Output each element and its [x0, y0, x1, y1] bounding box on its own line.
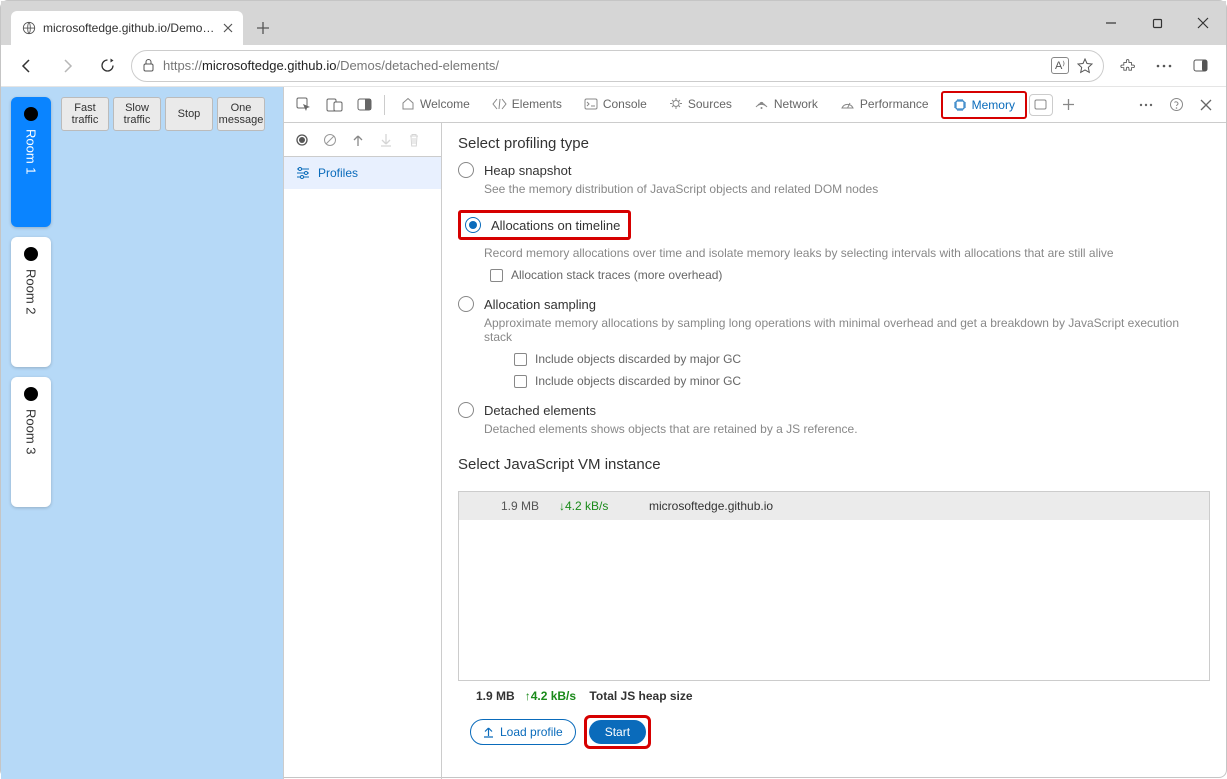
inspect-icon[interactable] [290, 91, 318, 119]
tab-elements[interactable]: Elements [482, 87, 572, 123]
one-message-button[interactable]: Onemessage [217, 97, 265, 131]
new-tab-button[interactable] [249, 14, 277, 42]
stop-button[interactable]: Stop [165, 97, 213, 131]
favorite-icon[interactable] [1077, 58, 1093, 74]
gc-icon[interactable] [348, 130, 368, 150]
heap-stats: 1.9 MB ↑4.2 kB/s Total JS heap size [458, 681, 1210, 711]
url-text: https://microsoftedge.github.io/Demos/de… [163, 58, 1043, 73]
checkbox-icon[interactable] [514, 353, 527, 366]
upload-icon [483, 726, 494, 738]
slow-traffic-button[interactable]: Slowtraffic [113, 97, 161, 131]
window-controls [1088, 1, 1226, 45]
window-close-button[interactable] [1180, 1, 1226, 45]
devtools-sidebar: Profiles [284, 123, 442, 779]
close-icon[interactable] [223, 23, 233, 33]
dock-icon[interactable] [350, 91, 378, 119]
vm-instance-row[interactable]: 1.9 MB ↓4.2 kB/s microsoftedge.github.io [459, 492, 1209, 520]
lock-icon [142, 58, 155, 73]
start-button[interactable]: Start [584, 715, 651, 749]
tab-overflow-icon[interactable] [1029, 94, 1053, 116]
option-heap-snapshot[interactable]: Heap snapshot See the memory distributio… [458, 162, 1210, 196]
room-button-3[interactable]: Room 3 [11, 377, 51, 507]
dot-icon [24, 107, 38, 121]
devtools-tabbar: Welcome Elements Console Sources Network… [284, 87, 1226, 123]
refresh-button[interactable] [91, 50, 123, 82]
option-detached-elements[interactable]: Detached elements Detached elements show… [458, 402, 1210, 436]
profiles-item[interactable]: Profiles [284, 157, 441, 189]
browser-tab[interactable]: microsoftedge.github.io/Demos/c [11, 11, 243, 45]
vm-instance-list: 1.9 MB ↓4.2 kB/s microsoftedge.github.io [458, 491, 1210, 681]
option-allocations-timeline[interactable]: Allocations on timeline Record memory al… [458, 210, 1210, 282]
minimize-button[interactable] [1088, 1, 1134, 45]
globe-icon [21, 20, 37, 36]
tab-sources[interactable]: Sources [659, 87, 742, 123]
window-titlebar: microsoftedge.github.io/Demos/c [1, 1, 1226, 45]
radio-icon[interactable] [465, 217, 481, 233]
device-icon[interactable] [320, 91, 348, 119]
tab-memory[interactable]: Memory [941, 91, 1027, 119]
more-icon[interactable] [1148, 50, 1180, 82]
load-profile-button[interactable]: Load profile [470, 719, 576, 745]
address-bar: https://microsoftedge.github.io/Demos/de… [1, 45, 1226, 87]
tab-welcome[interactable]: Welcome [391, 87, 480, 123]
record-icon[interactable] [292, 130, 312, 150]
dot-icon [24, 387, 38, 401]
room-button-1[interactable]: Room 1 [11, 97, 51, 227]
memory-toolbar [284, 123, 441, 157]
add-tab-icon[interactable] [1055, 91, 1083, 119]
checkbox-stack-traces[interactable]: Allocation stack traces (more overhead) [490, 268, 1210, 282]
radio-icon[interactable] [458, 296, 474, 312]
tab-label: microsoftedge.github.io/Demos/c [43, 21, 217, 35]
extensions-icon[interactable] [1112, 50, 1144, 82]
maximize-button[interactable] [1134, 1, 1180, 45]
radio-icon[interactable] [458, 402, 474, 418]
dot-icon [24, 247, 38, 261]
checkbox-icon[interactable] [490, 269, 503, 282]
memory-panel: Select profiling type Heap snapshot See … [442, 123, 1226, 779]
option-allocation-sampling[interactable]: Allocation sampling Approximate memory a… [458, 296, 1210, 388]
tab-network[interactable]: Network [744, 87, 828, 123]
help-icon[interactable] [1162, 91, 1190, 119]
read-aloud-icon[interactable]: A⁾ [1051, 57, 1069, 74]
devtools: Welcome Elements Console Sources Network… [283, 87, 1226, 779]
section-title: Select profiling type [458, 135, 1210, 152]
tab-console[interactable]: Console [574, 87, 657, 123]
devtools-close-icon[interactable] [1192, 91, 1220, 119]
load-icon[interactable] [376, 130, 396, 150]
section-title-vm: Select JavaScript VM instance [458, 456, 1210, 473]
checkbox-icon[interactable] [514, 375, 527, 388]
checkbox-minor-gc[interactable]: Include objects discarded by minor GC [514, 374, 1210, 388]
sliders-icon [296, 167, 310, 179]
tab-performance[interactable]: Performance [830, 87, 939, 123]
fast-traffic-button[interactable]: Fasttraffic [61, 97, 109, 131]
clear-icon[interactable] [320, 130, 340, 150]
devtools-more-icon[interactable] [1132, 91, 1160, 119]
delete-icon[interactable] [404, 130, 424, 150]
room-button-2[interactable]: Room 2 [11, 237, 51, 367]
url-input[interactable]: https://microsoftedge.github.io/Demos/de… [131, 50, 1104, 82]
forward-button[interactable] [51, 50, 83, 82]
page-content: Room 1 Room 2 Room 3 Fasttraffic Slowtra… [1, 87, 283, 779]
back-button[interactable] [11, 50, 43, 82]
checkbox-major-gc[interactable]: Include objects discarded by major GC [514, 352, 1210, 366]
radio-icon[interactable] [458, 162, 474, 178]
sidebar-icon[interactable] [1184, 50, 1216, 82]
